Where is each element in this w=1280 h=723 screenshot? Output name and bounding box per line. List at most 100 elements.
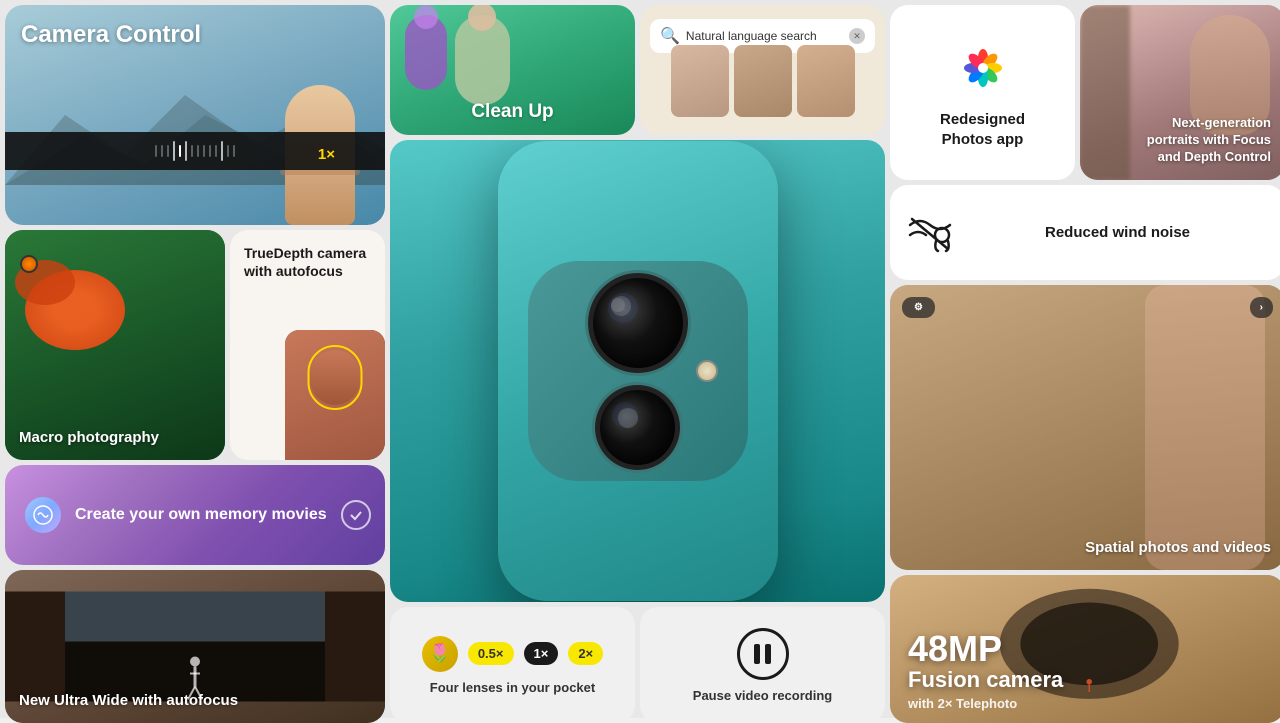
lens-badge-05: 0.5× — [468, 642, 514, 665]
lens-icons-row: 🌷 0.5× 1× 2× — [422, 636, 603, 672]
spatial-nav: › — [1250, 297, 1273, 318]
search-card: 🔍 Natural language search ✕ — [640, 5, 885, 135]
figure-head — [414, 5, 438, 29]
secondary-lens — [595, 385, 680, 470]
person-thumb-1 — [671, 45, 729, 117]
frog-eye — [20, 255, 38, 273]
ultra-wide-label: New Ultra Wide with autofocus — [19, 692, 238, 709]
flash-dot — [696, 360, 718, 382]
tick — [167, 145, 169, 157]
lens-reflection — [608, 293, 638, 323]
lens-highlight — [611, 298, 625, 312]
mp48-card: 48MP Fusion camera with 2× Telephoto — [890, 575, 1280, 723]
tick-mid — [221, 141, 223, 161]
camera-control-title: Camera Control — [21, 21, 201, 49]
macro-card: Macro photography — [5, 230, 225, 460]
memory-text: Create your own memory movies — [75, 506, 327, 524]
cleanup-figures — [405, 15, 510, 105]
photos-app-line1: Redesigned — [940, 111, 1025, 128]
tick — [203, 145, 205, 157]
mp48-line1: 48MP — [908, 631, 1063, 667]
portrait-line1: Next-generation — [1172, 115, 1271, 130]
wind-noise-card: Reduced wind noise — [890, 185, 1280, 280]
portrait-line3: and Depth Control — [1158, 149, 1271, 164]
lens-reflection-2 — [612, 402, 638, 428]
zoom-ticks — [155, 141, 235, 161]
truedepth-card: TrueDepth camera with autofocus — [230, 230, 385, 460]
tick — [155, 145, 157, 157]
wind-noise-label: Reduced wind noise — [966, 224, 1269, 241]
photos-app-line2: Photos app — [942, 131, 1024, 148]
search-icon: 🔍 — [660, 26, 680, 46]
camera-control-card: Camera Control — [5, 5, 385, 225]
mp48-sub: with 2× Telephoto — [908, 696, 1017, 711]
checkmark-circle — [341, 500, 371, 530]
siri-svg — [32, 504, 54, 526]
face-shape — [310, 350, 360, 405]
figure-1 — [405, 15, 447, 90]
spatial-label: Spatial photos and videos — [1085, 539, 1271, 556]
phone-screen — [285, 330, 385, 460]
tick — [197, 145, 199, 157]
tick — [191, 145, 193, 157]
tick — [161, 145, 163, 157]
sitting-person — [1145, 285, 1265, 570]
pause-bar-1 — [754, 644, 760, 664]
figure-2 — [455, 15, 510, 105]
pause-card: Pause video recording — [640, 607, 885, 723]
center-column: Clean Up 🔍 Natural language search ✕ — [390, 5, 885, 723]
person-thumb-2 — [734, 45, 792, 117]
four-lenses-label: Four lenses in your pocket — [430, 680, 595, 695]
mp48-text-wrap: 48MP Fusion camera — [908, 631, 1063, 693]
portrait-card: Next-generation portraits with Focus and… — [1080, 5, 1280, 180]
tick — [209, 145, 211, 157]
truedepth-line1: TrueDepth camera — [244, 245, 366, 261]
cleanup-card: Clean Up — [390, 5, 635, 135]
figure-head-2 — [468, 5, 496, 31]
tick — [215, 145, 217, 157]
phone-body — [498, 141, 778, 601]
tick-mid — [185, 141, 187, 161]
ultra-wide-card: New Ultra Wide with autofocus — [5, 570, 385, 723]
portrait-line2: portraits with Focus — [1147, 132, 1271, 147]
truedepth-line2: with autofocus — [244, 263, 343, 279]
siri-icon — [25, 497, 61, 533]
spatial-ui: ⚙ — [902, 297, 935, 318]
person-thumb-3 — [797, 45, 855, 117]
camera-bump — [528, 261, 748, 481]
mp48-line2: Fusion camera — [908, 667, 1063, 693]
main-lens — [588, 273, 688, 373]
macro-label: Macro photography — [19, 429, 159, 446]
checkmark-svg — [348, 507, 364, 523]
wind-icon-wrap — [906, 213, 954, 253]
lens-badge-2: 2× — [568, 642, 603, 665]
cc-bottom-row: 🌷 0.5× 1× 2× Four lenses in your pocket … — [390, 607, 885, 723]
four-lenses-card: 🌷 0.5× 1× 2× Four lenses in your pocket — [390, 607, 635, 723]
lens-badge-1: 1× — [524, 642, 559, 665]
left-column: Camera Control — [5, 5, 385, 723]
photos-icon-svg — [957, 42, 1009, 94]
search-text: Natural language search — [686, 29, 843, 43]
pause-button[interactable] — [737, 628, 789, 680]
pause-icon — [754, 644, 771, 664]
truedepth-label: TrueDepth camera with autofocus — [244, 244, 366, 280]
tick-selected — [179, 145, 181, 157]
phone-mockup — [285, 330, 385, 460]
portrait-blur — [1080, 5, 1130, 180]
cleanup-label: Clean Up — [471, 101, 553, 123]
rc-top-row: Redesigned Photos app Next-generation po… — [890, 5, 1280, 180]
search-people — [640, 45, 885, 125]
right-column: Redesigned Photos app Next-generation po… — [890, 5, 1280, 723]
spatial-bg: ⚙ › — [890, 285, 1280, 570]
spatial-card: ⚙ › Spatial photos and videos — [890, 285, 1280, 570]
flower-icon: 🌷 — [422, 636, 458, 672]
pause-bar-2 — [765, 644, 771, 664]
memory-card: Create your own memory movies — [5, 465, 385, 565]
photos-app-icon — [951, 36, 1015, 100]
page-wrapper: Camera Control — [0, 0, 1280, 718]
frog-area — [15, 250, 165, 400]
main-phone-card — [390, 140, 885, 602]
search-close-btn[interactable]: ✕ — [849, 28, 865, 44]
pause-label: Pause video recording — [693, 688, 832, 703]
tick-mid — [173, 141, 175, 161]
